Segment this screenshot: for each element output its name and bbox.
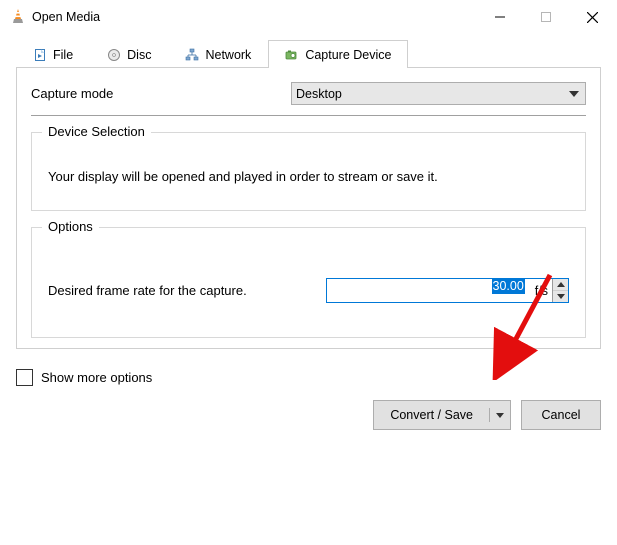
show-more-options-label[interactable]: Show more options	[41, 370, 152, 385]
network-icon	[185, 48, 199, 62]
tab-network[interactable]: Network	[168, 40, 268, 68]
tab-label: Network	[205, 48, 251, 62]
convert-save-button[interactable]: Convert / Save	[373, 400, 511, 430]
tab-file[interactable]: File	[16, 40, 90, 68]
titlebar: Open Media	[0, 0, 617, 34]
tab-label: Disc	[127, 48, 151, 62]
frame-rate-value[interactable]: 30.00	[327, 279, 531, 302]
capture-device-icon	[285, 48, 299, 62]
frame-rate-up-button[interactable]	[553, 279, 568, 291]
convert-save-dropdown[interactable]	[490, 413, 510, 418]
cancel-button[interactable]: Cancel	[521, 400, 601, 430]
tab-bar: File Disc	[16, 38, 601, 68]
options-legend: Options	[42, 219, 99, 234]
close-button[interactable]	[569, 0, 615, 34]
divider	[31, 115, 586, 116]
maximize-button	[523, 0, 569, 34]
window-title: Open Media	[26, 10, 477, 24]
frame-rate-down-button[interactable]	[553, 291, 568, 302]
device-selection-group: Device Selection Your display will be op…	[31, 132, 586, 211]
frame-rate-unit: f/s	[531, 279, 552, 302]
disc-icon	[107, 48, 121, 62]
device-selection-desc: Your display will be opened and played i…	[48, 169, 569, 184]
device-selection-legend: Device Selection	[42, 124, 151, 139]
capture-mode-select[interactable]: Desktop	[291, 82, 586, 105]
capture-mode-label: Capture mode	[31, 86, 291, 101]
frame-rate-label: Desired frame rate for the capture.	[48, 283, 318, 298]
show-more-options-checkbox[interactable]	[16, 369, 33, 386]
tab-label: File	[53, 48, 73, 62]
options-group: Options Desired frame rate for the captu…	[31, 227, 586, 338]
tab-disc[interactable]: Disc	[90, 40, 168, 68]
vlc-icon	[10, 8, 26, 27]
tab-capture-device[interactable]: Capture Device	[268, 40, 408, 68]
capture-panel: Capture mode Desktop Device Selection Yo…	[16, 68, 601, 349]
frame-rate-input[interactable]: 30.00 f/s	[326, 278, 569, 303]
file-icon	[33, 48, 47, 62]
minimize-button[interactable]	[477, 0, 523, 34]
tab-label: Capture Device	[305, 48, 391, 62]
